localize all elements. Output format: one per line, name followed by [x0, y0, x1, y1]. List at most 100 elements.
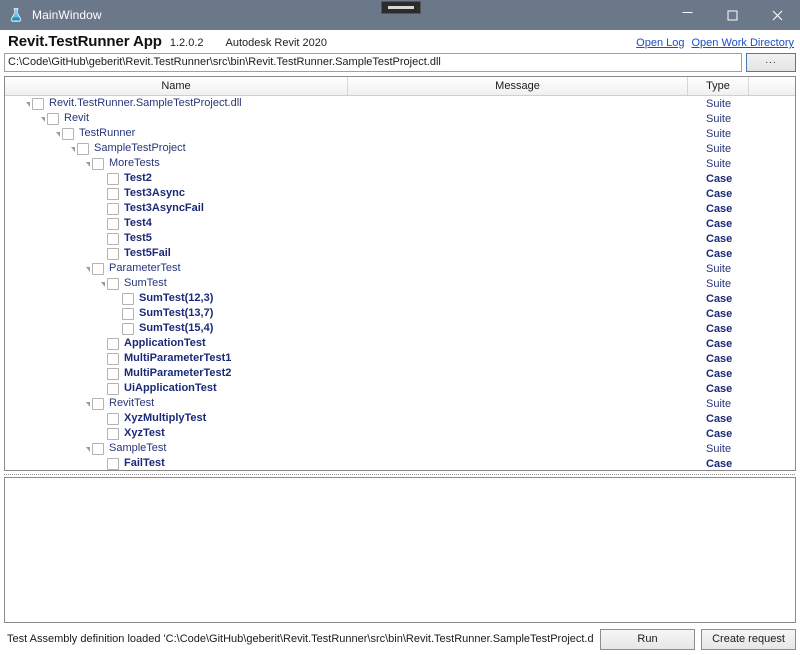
cell-message — [348, 366, 688, 381]
table-row[interactable]: Revit.TestRunner.SampleTestProject.dll Su… — [5, 96, 795, 111]
row-checkbox[interactable] — [107, 412, 119, 425]
title-bar[interactable]: MainWindow — [0, 0, 800, 30]
create-request-button[interactable]: Create request — [701, 628, 796, 650]
cell-type: Case — [706, 382, 733, 395]
browse-button[interactable]: ... — [746, 53, 796, 72]
row-checkbox[interactable] — [107, 337, 119, 350]
cell-message — [348, 156, 688, 171]
chevron-down-icon[interactable] — [81, 261, 92, 276]
chevron-down-icon[interactable] — [81, 441, 92, 456]
row-checkbox[interactable] — [47, 112, 59, 125]
window-title: MainWindow — [32, 8, 102, 22]
test-tree-body[interactable]: Revit.TestRunner.SampleTestProject.dll Su… — [5, 96, 795, 470]
assembly-path-row: C:\Code\GitHub\geberit\Revit.TestRunner\… — [0, 53, 800, 73]
table-row[interactable]: XyzTest Case — [5, 426, 795, 441]
cell-message — [348, 411, 688, 426]
table-row[interactable]: FailTest Case — [5, 456, 795, 470]
table-row[interactable]: SumTest Suite — [5, 276, 795, 291]
table-row[interactable]: ApplicationTest Case — [5, 336, 795, 351]
row-checkbox[interactable] — [122, 322, 134, 335]
cell-message — [348, 276, 688, 291]
row-checkbox[interactable] — [107, 247, 119, 260]
cell-type: Suite — [706, 142, 732, 155]
open-work-directory-link[interactable]: Open Work Directory — [692, 37, 795, 49]
table-row[interactable]: ParameterTest Suite — [5, 261, 795, 276]
cell-type: Case — [706, 187, 733, 200]
row-checkbox[interactable] — [92, 397, 104, 410]
table-row[interactable]: Test5 Case — [5, 231, 795, 246]
table-row[interactable]: Revit Suite — [5, 111, 795, 126]
row-checkbox[interactable] — [107, 217, 119, 230]
cell-type: Suite — [706, 157, 732, 170]
row-checkbox[interactable] — [122, 292, 134, 305]
table-row[interactable]: TestRunner Suite — [5, 126, 795, 141]
maximize-button[interactable] — [710, 0, 755, 30]
open-log-link[interactable]: Open Log — [636, 37, 684, 49]
node-label: Revit — [64, 112, 90, 124]
row-checkbox[interactable] — [107, 352, 119, 365]
chevron-down-icon[interactable] — [66, 141, 77, 156]
table-row[interactable]: SampleTestProject Suite — [5, 141, 795, 156]
table-row[interactable]: MultiParameterTest1 Case — [5, 351, 795, 366]
row-checkbox[interactable] — [107, 457, 119, 470]
cell-message — [348, 111, 688, 126]
table-row[interactable]: SumTest(13,7) Case — [5, 306, 795, 321]
table-row[interactable]: SampleTest Suite — [5, 441, 795, 456]
table-row[interactable]: MoreTests Suite — [5, 156, 795, 171]
chevron-down-icon[interactable] — [21, 96, 32, 111]
row-checkbox[interactable] — [107, 202, 119, 215]
cell-name: Test5Fail — [5, 246, 348, 261]
cell-type: Case — [706, 457, 733, 470]
cell-message — [348, 381, 688, 396]
close-button[interactable] — [755, 0, 800, 30]
table-row[interactable]: Test5Fail Case — [5, 246, 795, 261]
cell-name: XyzTest — [5, 426, 348, 441]
node-label: Test5Fail — [124, 247, 171, 259]
chevron-down-icon[interactable] — [96, 276, 107, 291]
table-row[interactable]: RevitTest Suite — [5, 396, 795, 411]
row-checkbox[interactable] — [92, 442, 104, 455]
cell-message — [348, 216, 688, 231]
cell-name: Test4 — [5, 216, 348, 231]
table-row[interactable]: MultiParameterTest2 Case — [5, 366, 795, 381]
cell-type: Case — [706, 172, 733, 185]
row-checkbox[interactable] — [107, 172, 119, 185]
node-label: SumTest(13,7) — [139, 307, 214, 319]
row-checkbox[interactable] — [107, 367, 119, 380]
table-row[interactable]: Test2 Case — [5, 171, 795, 186]
table-row[interactable]: Test4 Case — [5, 216, 795, 231]
app-header: Revit.TestRunner App 1.2.0.2 Autodesk Re… — [0, 30, 800, 52]
table-row[interactable]: SumTest(15,4) Case — [5, 321, 795, 336]
cell-type: Case — [706, 412, 733, 425]
table-row[interactable]: UiApplicationTest Case — [5, 381, 795, 396]
run-button[interactable]: Run — [600, 628, 695, 650]
row-checkbox[interactable] — [107, 427, 119, 440]
row-checkbox[interactable] — [107, 277, 119, 290]
minimize-button[interactable] — [665, 0, 710, 30]
row-checkbox[interactable] — [107, 232, 119, 245]
row-checkbox[interactable] — [107, 382, 119, 395]
row-checkbox[interactable] — [107, 187, 119, 200]
row-checkbox[interactable] — [122, 307, 134, 320]
node-label: UiApplicationTest — [124, 382, 217, 394]
cell-name: SampleTestProject — [5, 141, 348, 156]
column-header-name[interactable]: Name — [5, 77, 348, 95]
row-checkbox[interactable] — [92, 262, 104, 275]
chevron-down-icon[interactable] — [36, 111, 47, 126]
chevron-down-icon[interactable] — [51, 126, 62, 141]
column-header-type[interactable]: Type — [688, 77, 749, 95]
detail-pane — [4, 477, 796, 623]
row-checkbox[interactable] — [92, 157, 104, 170]
table-row[interactable]: Test3Async Case — [5, 186, 795, 201]
table-row[interactable]: Test3AsyncFail Case — [5, 201, 795, 216]
row-checkbox[interactable] — [77, 142, 89, 155]
table-row[interactable]: SumTest(12,3) Case — [5, 291, 795, 306]
table-row[interactable]: XyzMultiplyTest Case — [5, 411, 795, 426]
assembly-path-input[interactable]: C:\Code\GitHub\geberit\Revit.TestRunner\… — [4, 53, 742, 72]
row-checkbox[interactable] — [32, 97, 44, 110]
column-header-message[interactable]: Message — [348, 77, 688, 95]
cell-name: MoreTests — [5, 156, 348, 171]
chevron-down-icon[interactable] — [81, 156, 92, 171]
chevron-down-icon[interactable] — [81, 396, 92, 411]
row-checkbox[interactable] — [62, 127, 74, 140]
